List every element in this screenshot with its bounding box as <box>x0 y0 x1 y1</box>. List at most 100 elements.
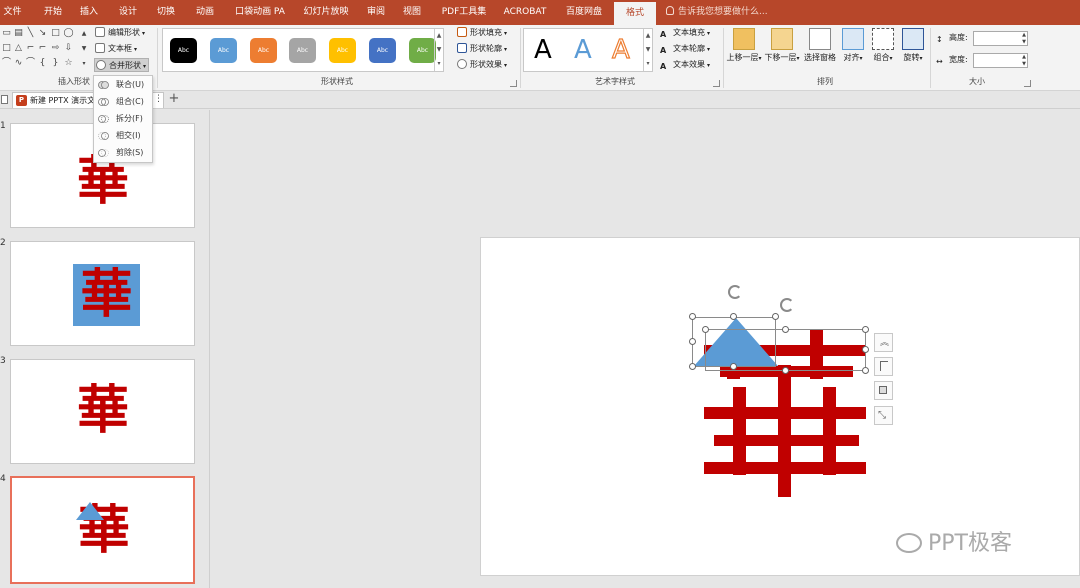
shape-style-swatch-black[interactable]: Abc <box>170 38 197 63</box>
width-spinner-icon[interactable]: ▲ ▼ <box>1022 54 1026 68</box>
merge-shapes-button[interactable]: 合并形状 ▾ <box>94 58 150 72</box>
tab-animations[interactable]: 动画 <box>189 0 221 25</box>
shape-fill-button[interactable]: 形状填充 ▾ <box>457 26 507 40</box>
tab-file[interactable]: 文件 <box>0 0 25 25</box>
tab-home[interactable]: 开始 <box>37 0 69 25</box>
group-button[interactable]: 组合▾ <box>872 28 894 63</box>
curve-shape-icon[interactable]: ∿ <box>13 59 24 68</box>
tab-format[interactable]: 格式 <box>614 0 656 25</box>
wordart-style-black[interactable]: A <box>534 33 552 67</box>
rect-shape-icon[interactable]: □ <box>50 29 61 38</box>
style-gallery-down-icon[interactable]: ▼ <box>434 43 443 57</box>
tab-review[interactable]: 审阅 <box>362 0 390 25</box>
merge-combine-item[interactable]: 组合(C) <box>94 94 152 110</box>
right-brace-shape-icon[interactable]: } <box>50 59 61 68</box>
merge-intersect-item[interactable]: 相交(I) <box>94 128 152 144</box>
resize-handle[interactable] <box>782 326 789 333</box>
wordart-gallery-up-icon[interactable]: ▲ <box>643 29 652 43</box>
brace-shape-icon[interactable]: ⌒ <box>1 59 12 68</box>
text-box-button[interactable]: 文本框 ▾ <box>95 42 137 56</box>
merge-fragment-item[interactable]: 拆分(F) <box>94 111 152 127</box>
shape-effects-button[interactable]: 形状效果 ▾ <box>457 58 507 72</box>
file-icon[interactable] <box>1 95 8 104</box>
arc-shape-icon[interactable]: ⌒ <box>25 59 36 68</box>
tab-view[interactable]: 视图 <box>398 0 426 25</box>
star-shape-icon[interactable]: ☆ <box>63 59 74 68</box>
tab-baidu-netdisk[interactable]: 百度网盘 <box>560 0 608 25</box>
gallery-down-icon[interactable]: ▼ <box>80 44 88 53</box>
left-brace-shape-icon[interactable]: { <box>37 59 48 68</box>
send-backward-button[interactable]: 下移一层▾ <box>764 28 800 63</box>
rotate-handle-icon[interactable] <box>780 298 794 312</box>
resize-handle[interactable] <box>862 346 869 353</box>
shape-style-swatch-gray[interactable]: Abc <box>289 38 316 63</box>
layout-options-icon[interactable] <box>874 357 893 376</box>
tab-slideshow[interactable]: 幻灯片放映 <box>298 0 354 25</box>
resize-handle[interactable] <box>702 326 709 333</box>
shape-style-swatch-gold[interactable]: Abc <box>329 38 356 63</box>
style-gallery-more-icon[interactable]: ▾ <box>434 57 443 71</box>
slide-thumbnail-2[interactable]: 華 <box>10 241 195 346</box>
resize-handle[interactable] <box>689 363 696 370</box>
merge-subtract-item[interactable]: 剪除(S) <box>94 145 152 161</box>
slide-thumbnail-3[interactable]: 華 <box>10 359 195 464</box>
resize-handle[interactable] <box>772 313 779 320</box>
more-tabs-icon[interactable]: ⋮ <box>154 93 163 106</box>
resize-handle[interactable] <box>689 338 696 345</box>
resize-handle[interactable] <box>782 367 789 374</box>
oval-shape-icon[interactable]: ◯ <box>63 29 74 38</box>
triangle-shape-icon[interactable]: △ <box>13 44 24 53</box>
rectangle-shape-icon[interactable]: ▭ <box>1 29 12 38</box>
wordart-launcher-icon[interactable] <box>713 80 720 87</box>
elbow-arrow-shape-icon[interactable]: ⌐ <box>37 44 48 53</box>
wordart-gallery-more-icon[interactable]: ▾ <box>643 57 652 71</box>
align-button[interactable]: 对齐▾ <box>842 28 864 63</box>
height-spinner-icon[interactable]: ▲ ▼ <box>1022 32 1026 46</box>
tab-transitions[interactable]: 切换 <box>150 0 182 25</box>
resize-handle[interactable] <box>862 326 869 333</box>
edit-shape-button[interactable]: 编辑形状 ▾ <box>95 26 145 40</box>
resize-handle[interactable] <box>689 313 696 320</box>
gallery-expand-icon[interactable]: ▾ <box>80 59 88 68</box>
tab-insert[interactable]: 插入 <box>73 0 105 25</box>
rotate-button[interactable]: 旋转▾ <box>902 28 924 63</box>
bring-forward-button[interactable]: 上移一层▾ <box>726 28 762 63</box>
line-shape-icon[interactable]: ╲ <box>25 29 36 38</box>
shape-outline-button[interactable]: 形状轮廓 ▾ <box>457 42 507 56</box>
shape-style-swatch-blue[interactable]: Abc <box>210 38 237 63</box>
height-input[interactable]: ▲ ▼ <box>973 31 1028 46</box>
style-options-icon[interactable] <box>874 381 893 400</box>
shape-styles-launcher-icon[interactable] <box>510 80 517 87</box>
tab-acrobat[interactable]: ACROBAT <box>500 0 550 25</box>
shape-style-swatch-orange[interactable]: Abc <box>250 38 277 63</box>
shape-style-swatch-dark-blue[interactable]: Abc <box>369 38 396 63</box>
tab-pocket-animation[interactable]: 口袋动画 PA <box>230 0 290 25</box>
resize-handle[interactable] <box>730 363 737 370</box>
size-launcher-icon[interactable] <box>1024 80 1031 87</box>
square-shape-icon[interactable]: □ <box>1 44 12 53</box>
tab-design[interactable]: 设计 <box>112 0 144 25</box>
gallery-up-icon[interactable]: ▲ <box>80 29 88 38</box>
resize-options-icon[interactable]: ⤡ <box>874 406 893 425</box>
merge-union-item[interactable]: 联合(U) <box>94 77 152 93</box>
arrow-line-shape-icon[interactable]: ↘ <box>37 29 48 38</box>
slide-thumbnail-4[interactable]: 華 <box>10 476 195 584</box>
selection-pane-button[interactable]: 选择窗格 <box>802 28 838 63</box>
textbox-shape-icon[interactable]: ▤ <box>13 29 24 38</box>
text-effects-button[interactable]: A 文本效果 ▾ <box>660 58 710 72</box>
rotate-handle-icon[interactable] <box>728 285 742 299</box>
text-outline-button[interactable]: A 文本轮廓 ▾ <box>660 42 710 56</box>
resize-handle[interactable] <box>862 367 869 374</box>
text-fill-button[interactable]: A 文本填充 ▾ <box>660 26 710 40</box>
right-arrow-shape-icon[interactable]: ⇨ <box>50 44 61 53</box>
new-tab-icon[interactable]: + <box>168 91 180 107</box>
width-input[interactable]: ▲ ▼ <box>973 53 1028 68</box>
resize-handle[interactable] <box>730 313 737 320</box>
style-gallery-up-icon[interactable]: ▲ <box>434 29 443 43</box>
wordart-style-blue[interactable]: A <box>574 33 592 67</box>
tab-pdf-tools[interactable]: PDF工具集 <box>436 0 492 25</box>
wordart-style-orange-outline[interactable]: A <box>611 33 630 67</box>
down-arrow-shape-icon[interactable]: ⇩ <box>63 44 74 53</box>
wordart-gallery-down-icon[interactable]: ▼ <box>643 43 652 57</box>
shape-style-swatch-green[interactable]: Abc <box>409 38 436 63</box>
